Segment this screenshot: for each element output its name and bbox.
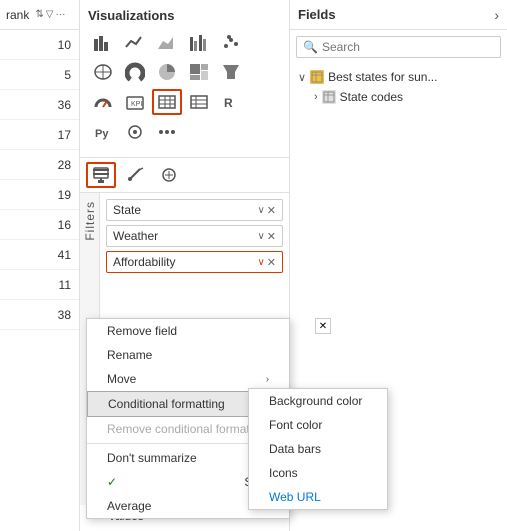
viz-clustered-bar[interactable] xyxy=(184,29,214,55)
viz-matrix[interactable] xyxy=(184,89,214,115)
rank-row: 5 xyxy=(0,60,79,90)
rank-row: 28 xyxy=(0,150,79,180)
rank-row: 10 xyxy=(0,30,79,60)
fields-header: Fields › xyxy=(290,0,507,30)
move-arrow-icon: › xyxy=(266,374,269,385)
expand-fields-arrow[interactable]: › xyxy=(494,7,499,23)
viz-treemap[interactable] xyxy=(184,59,214,85)
svg-text:Py: Py xyxy=(95,128,109,140)
filter-affordability-icons: ∨ ✕ xyxy=(257,256,276,269)
fields-search-input[interactable] xyxy=(322,40,494,54)
close-icon-state[interactable]: ✕ xyxy=(267,204,276,217)
fields-search-box[interactable]: 🔍 xyxy=(296,36,501,58)
close-icon-affordability[interactable]: ✕ xyxy=(267,256,276,269)
paint-brush-icon[interactable] xyxy=(120,162,150,188)
context-menu-close-button[interactable]: ✕ xyxy=(315,318,331,334)
filter-state-icons: ∨ ✕ xyxy=(257,204,276,217)
viz-more[interactable] xyxy=(152,119,182,145)
rank-panel: rank ⇅ ▽ ··· 10 5 36 17 28 19 16 41 11 3… xyxy=(0,0,80,531)
viz-format-bar xyxy=(80,158,289,193)
filter-pill-state[interactable]: State ∨ ✕ xyxy=(106,199,283,221)
submenu-item-icons[interactable]: Icons xyxy=(249,461,387,485)
viz-icons-row2 xyxy=(88,59,281,85)
filter-pill-weather[interactable]: Weather ∨ ✕ xyxy=(106,225,283,247)
field-label-best-states: Best states for sun... xyxy=(328,70,499,84)
analytics-icon[interactable] xyxy=(154,162,184,188)
rank-row: 11 xyxy=(0,270,79,300)
viz-icons-row1 xyxy=(88,29,281,55)
field-tree: ∨ Best states for sun... › State codes xyxy=(290,64,507,110)
filters-label: Filters xyxy=(83,201,97,241)
viz-icons-row4: Py xyxy=(88,119,281,145)
rank-row: 17 xyxy=(0,120,79,150)
viz-line-chart[interactable] xyxy=(120,29,150,55)
viz-stacked-bar[interactable] xyxy=(88,29,118,55)
submenu: Background color Font color Data bars Ic… xyxy=(248,388,388,510)
viz-icons-row3: KPI R xyxy=(88,89,281,115)
rank-column-title: rank xyxy=(6,8,29,22)
viz-map[interactable] xyxy=(88,59,118,85)
web-url-label: Web URL xyxy=(269,490,321,504)
viz-area-chart[interactable] xyxy=(152,29,182,55)
sum-checkmark: ✓ xyxy=(107,475,117,489)
viz-pie[interactable] xyxy=(152,59,182,85)
viz-section: Visualizations xyxy=(80,0,289,158)
viz-r-script[interactable]: R xyxy=(216,89,246,115)
sort-icon[interactable]: ⇅ xyxy=(35,9,43,20)
more-icon[interactable]: ··· xyxy=(55,9,65,20)
field-item-state-codes[interactable]: › State codes xyxy=(298,88,499,106)
submenu-item-web-url[interactable]: Web URL xyxy=(249,485,387,509)
chevron-icon-affordability[interactable]: ∨ xyxy=(257,257,264,268)
viz-gauge[interactable] xyxy=(88,89,118,115)
rank-row: 16 xyxy=(0,210,79,240)
expand-icon-best-states[interactable]: ∨ xyxy=(298,71,306,84)
filter-icon[interactable]: ▽ xyxy=(46,9,54,20)
rank-header-icons: ⇅ ▽ ··· xyxy=(35,9,65,20)
submenu-item-font-color[interactable]: Font color xyxy=(249,413,387,437)
submenu-item-data-bars[interactable]: Data bars xyxy=(249,437,387,461)
svg-text:R: R xyxy=(224,96,233,110)
filter-label-weather: Weather xyxy=(113,229,158,243)
viz-scatter[interactable] xyxy=(216,29,246,55)
search-icon: 🔍 xyxy=(303,40,318,54)
table-icon-best-states xyxy=(310,70,324,84)
viz-python[interactable]: Py xyxy=(88,119,118,145)
rank-rows: 10 5 36 17 28 19 16 41 11 38 xyxy=(0,30,79,330)
viz-table[interactable] xyxy=(152,89,182,115)
table-icon-state-codes xyxy=(322,90,336,104)
rank-header: rank ⇅ ▽ ··· xyxy=(0,0,79,30)
expand-icon-state-codes[interactable]: › xyxy=(314,91,318,103)
format-icon[interactable] xyxy=(86,162,116,188)
fields-title: Fields xyxy=(298,7,336,22)
rank-row: 36 xyxy=(0,90,79,120)
viz-donut[interactable] xyxy=(120,59,150,85)
filter-pill-affordability[interactable]: Affordability ∨ ✕ xyxy=(106,251,283,273)
viz-card[interactable]: KPI xyxy=(120,89,150,115)
close-icon-weather[interactable]: ✕ xyxy=(267,230,276,243)
filter-label-state: State xyxy=(113,203,141,217)
filter-label-affordability: Affordability xyxy=(113,255,175,269)
viz-panel-title: Visualizations xyxy=(88,8,281,23)
chevron-icon-state[interactable]: ∨ xyxy=(257,205,264,216)
field-item-best-states[interactable]: ∨ Best states for sun... xyxy=(298,68,499,86)
svg-text:KPI: KPI xyxy=(131,101,142,108)
viz-funnel[interactable] xyxy=(216,59,246,85)
menu-item-remove-field[interactable]: Remove field xyxy=(87,319,289,343)
rank-row: 41 xyxy=(0,240,79,270)
submenu-item-background-color[interactable]: Background color xyxy=(249,389,387,413)
viz-arcgis[interactable] xyxy=(120,119,150,145)
filter-weather-icons: ∨ ✕ xyxy=(257,230,276,243)
chevron-icon-weather[interactable]: ∨ xyxy=(257,231,264,242)
rank-row: 38 xyxy=(0,300,79,330)
menu-item-rename[interactable]: Rename xyxy=(87,343,289,367)
rank-row: 19 xyxy=(0,180,79,210)
field-label-state-codes: State codes xyxy=(340,90,499,104)
